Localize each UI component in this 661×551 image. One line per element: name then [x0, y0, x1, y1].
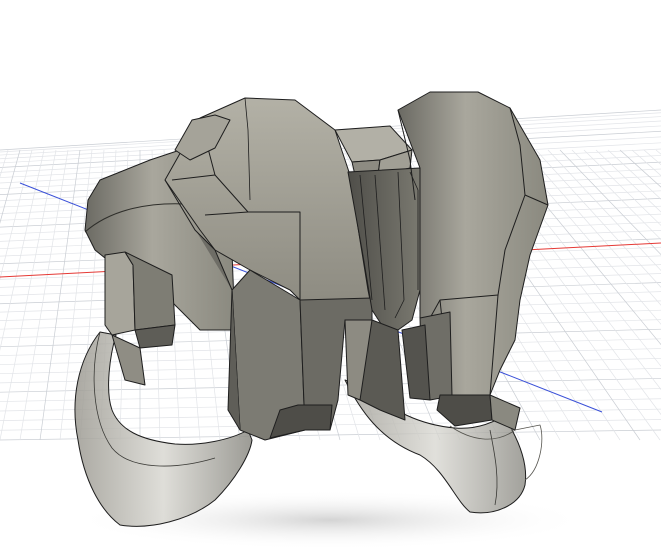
- grid-line: [643, 149, 661, 166]
- grid-line: [607, 149, 661, 200]
- armor-model[interactable]: [74, 91, 549, 527]
- grid-line: [655, 149, 661, 155]
- viewport-canvas[interactable]: [0, 0, 661, 551]
- 3d-viewport[interactable]: [0, 0, 661, 551]
